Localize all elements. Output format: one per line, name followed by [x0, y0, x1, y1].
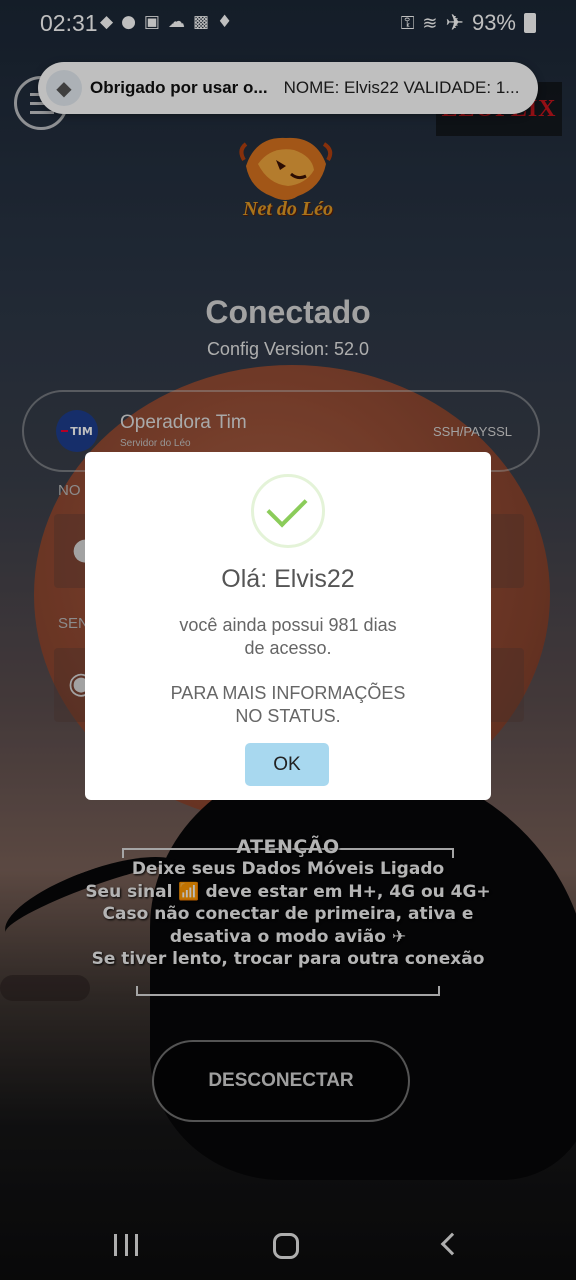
dialog-info-line: PARA MAIS INFORMAÇÕES	[170, 683, 406, 703]
dialog-message-line: de acesso.	[244, 638, 332, 658]
dialog-info-line: NO STATUS.	[235, 706, 341, 726]
dialog-message-line: você ainda possui 981 dias	[179, 615, 397, 635]
success-check-icon	[251, 474, 325, 548]
welcome-dialog: Olá: Elvis22 você ainda possui 981 dias …	[85, 452, 491, 800]
ok-button[interactable]: OK	[245, 743, 329, 786]
app-screen: 02:31 ◆ ● ▣ ☁ ▩ ♦ ⚿ ≋ ✈ 93% LEOFLIX ◆ Ob…	[0, 0, 576, 1280]
dialog-title: Olá: Elvis22	[221, 565, 355, 593]
